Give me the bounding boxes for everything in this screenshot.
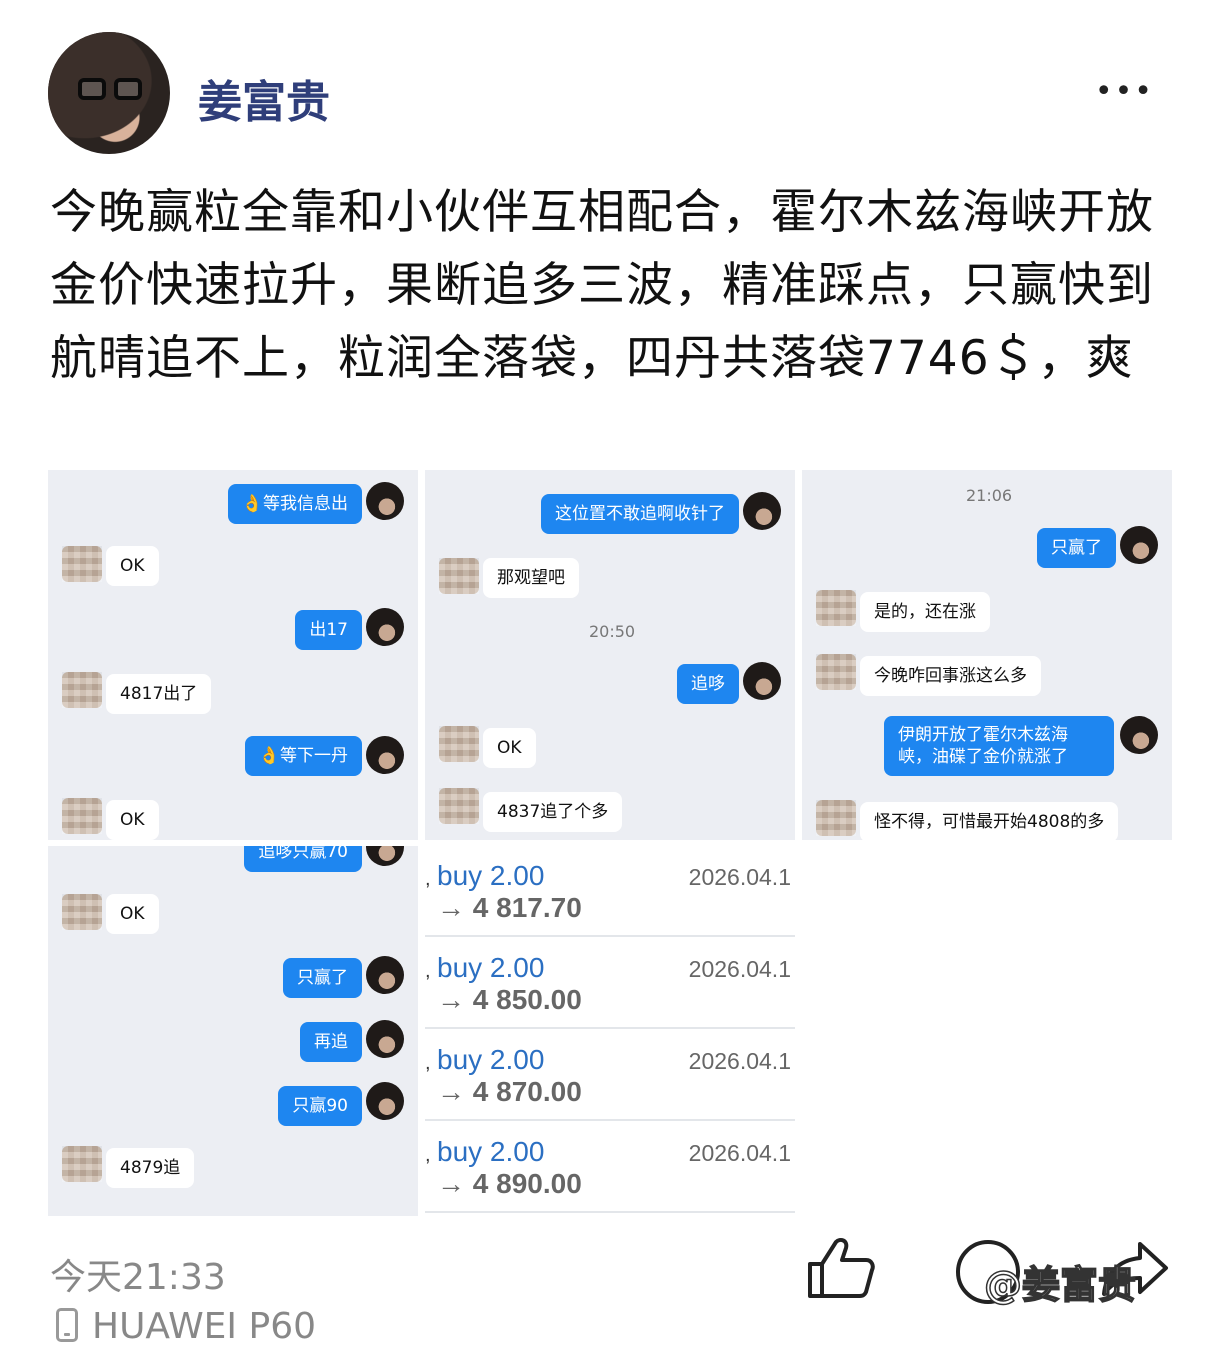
avatar [62, 1146, 102, 1182]
avatar [439, 726, 479, 762]
trade-price: → 4 870.00 [437, 1076, 582, 1107]
more-icon[interactable]: ••• [1095, 77, 1154, 107]
trade-row: , buy 2.00 → 4 870.00 2026.04.1 [425, 1030, 795, 1121]
trade-type: buy 2.00 [437, 1136, 545, 1167]
chat-screenshot-1[interactable]: 👌等我信息出 OK 出17 4817出了 👌等下一丹 OK [48, 470, 418, 840]
chat-bubble-out: 追哆 [677, 664, 739, 704]
post-device: HUAWEI P60 [56, 1306, 316, 1347]
chat-bubble-in: 今晚咋回事涨这么多 [860, 656, 1041, 696]
avatar [743, 492, 781, 530]
chat-bubble-in: OK [106, 800, 159, 840]
trade-price: → 4 817.70 [437, 892, 582, 923]
avatar [439, 558, 479, 594]
phone-icon [56, 1308, 78, 1342]
trade-price: → 4 850.00 [437, 984, 582, 1015]
avatar [366, 482, 404, 520]
avatar [366, 956, 404, 994]
avatar [366, 608, 404, 646]
avatar [62, 798, 102, 834]
chat-bubble-out: 👌等下一丹 [244, 736, 362, 776]
post-header: 姜富贵 ••• [48, 32, 1172, 154]
trade-row: , buy 2.00 → 4 817.70 2026.04.1 [425, 846, 795, 937]
avatar [366, 1020, 404, 1058]
chat-bubble-out: 只赢90 [278, 1086, 362, 1126]
avatar [743, 662, 781, 700]
trade-date: 2026.04.1 [688, 1140, 791, 1166]
avatar [439, 788, 479, 824]
chat-bubble-out: 再追 [300, 1022, 362, 1062]
chat-bubble-in: 4879追 [106, 1148, 195, 1188]
trade-row: , buy 2.00 → 4 850.00 2026.04.1 [425, 938, 795, 1029]
chat-bubble-in: OK [106, 894, 159, 934]
trade-date: 2026.04.1 [688, 956, 791, 982]
chat-bubble-out: 只赢了 [283, 958, 362, 998]
chat-bubble-in: 4817出了 [106, 674, 212, 714]
avatar [62, 894, 102, 930]
chat-timestamp: 20:50 [589, 622, 636, 641]
chat-bubble-in: 4837追了个多 [483, 792, 623, 832]
trade-type: buy 2.00 [437, 860, 545, 891]
avatar [816, 654, 856, 690]
post-body: 今晚赢粒全靠和小伙伴互相配合，霍尔木兹海峡开放金价快速拉升，果断追多三波，精准踩… [50, 185, 1154, 386]
chat-bubble-out: 👌等我信息出 [227, 484, 362, 524]
chat-bubble-in: 那观望吧 [483, 558, 579, 598]
chat-bubble-out: 伊朗开放了霍尔木兹海峡，油碟了金价就涨了 [884, 716, 1114, 776]
chat-bubble-in: OK [483, 728, 536, 768]
chat-screenshot-3[interactable]: 21:06 只赢了 是的，还在涨 今晚咋回事涨这么多 伊朗开放了霍尔木兹海峡，油… [802, 470, 1172, 840]
trade-type: buy 2.00 [437, 1044, 545, 1075]
image-grid: 👌等我信息出 OK 出17 4817出了 👌等下一丹 OK 这位置不敢追啊收针了… [48, 470, 1172, 1216]
chat-timestamp: 21:06 [966, 486, 1013, 505]
chat-bubble-in: 怪不得，可惜最开始4808的多 [860, 802, 1119, 840]
post-time: 今天21:33 [50, 1257, 226, 1298]
chat-screenshot-2[interactable]: 这位置不敢追啊收针了 那观望吧 20:50 追哆 OK 4837追了个多 [425, 470, 795, 840]
trade-date: 2026.04.1 [688, 864, 791, 890]
author-avatar[interactable] [48, 32, 170, 154]
avatar [1120, 716, 1158, 754]
avatar [62, 546, 102, 582]
avatar [366, 1082, 404, 1120]
device-label: HUAWEI P60 [92, 1306, 316, 1347]
chat-bubble-in: OK [106, 546, 159, 586]
author-name[interactable]: 姜富贵 [198, 66, 330, 130]
watermark: @姜富贵 [983, 1262, 1137, 1308]
avatar [816, 800, 856, 836]
chat-screenshot-4[interactable]: 追哆只赢70 OK 只赢了 再追 只赢90 4879追 [48, 846, 418, 1216]
chat-bubble-in: 是的，还在涨 [860, 592, 990, 632]
chat-bubble-out: 这位置不敢追啊收针了 [541, 494, 739, 534]
trade-type: buy 2.00 [437, 952, 545, 983]
avatar [62, 672, 102, 708]
avatar [366, 736, 404, 774]
chat-bubble-out: 只赢了 [1037, 528, 1116, 568]
trade-price: → 4 890.00 [437, 1168, 582, 1199]
trade-row: , buy 2.00 → 4 890.00 2026.04.1 [425, 1122, 795, 1213]
trade-screenshot[interactable]: , buy 2.00 → 4 817.70 2026.04.1 , buy 2.… [425, 846, 795, 1216]
avatar [366, 846, 404, 866]
trade-date: 2026.04.1 [688, 1048, 791, 1074]
avatar [816, 590, 856, 626]
thumbs-up-icon[interactable] [806, 1236, 876, 1300]
chat-bubble-out: 出17 [295, 610, 362, 650]
chat-bubble-out: 追哆只赢70 [244, 846, 362, 872]
avatar [1120, 526, 1158, 564]
